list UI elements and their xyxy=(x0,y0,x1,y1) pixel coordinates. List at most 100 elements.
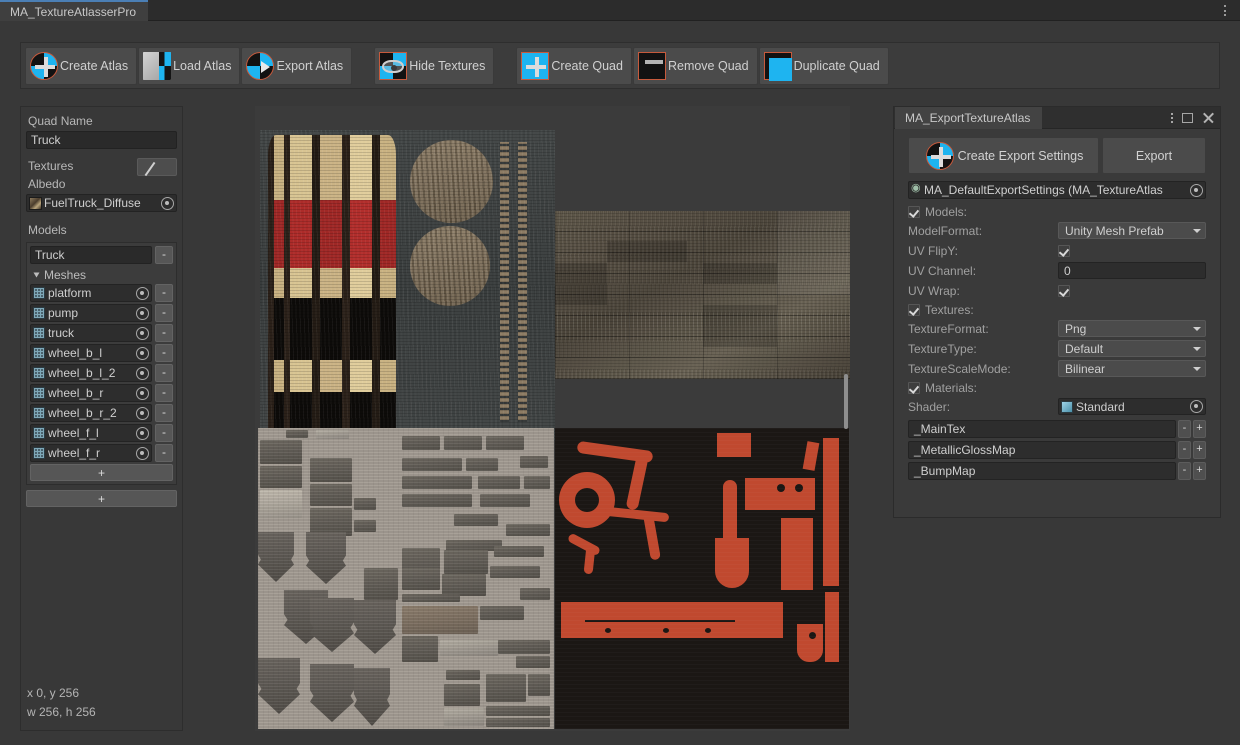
slash-icon[interactable] xyxy=(137,158,177,176)
remove-mesh-button[interactable]: - xyxy=(155,384,173,402)
eye-icon xyxy=(379,52,407,80)
list-item: truck - xyxy=(30,324,173,342)
add-property-button[interactable]: + xyxy=(1193,420,1206,438)
object-picker-icon[interactable] xyxy=(136,327,149,340)
kebab-menu-icon[interactable] xyxy=(1218,3,1232,18)
mesh-field[interactable]: wheel_b_l_2 xyxy=(30,364,152,382)
mesh-icon xyxy=(33,447,45,459)
model-format-dropdown[interactable]: Unity Mesh Prefab xyxy=(1058,222,1206,239)
object-picker-icon[interactable] xyxy=(136,407,149,420)
object-picker-icon[interactable] xyxy=(1190,184,1203,197)
remove-quad-button[interactable]: Remove Quad xyxy=(633,47,758,85)
mesh-field[interactable]: wheel_b_r xyxy=(30,384,152,402)
list-item: wheel_b_l_2 - xyxy=(30,364,173,382)
models-checkbox[interactable] xyxy=(908,206,920,218)
remove-mesh-button[interactable]: - xyxy=(155,284,173,302)
object-picker-icon[interactable] xyxy=(136,367,149,380)
quad-texture-detail xyxy=(555,263,607,305)
remove-property-button[interactable]: - xyxy=(1178,462,1191,480)
texture-type-dropdown[interactable]: Default xyxy=(1058,340,1206,357)
textures-checkbox[interactable] xyxy=(908,304,920,316)
quad-texture-detail xyxy=(410,226,490,306)
object-picker-icon[interactable] xyxy=(161,197,174,210)
meshes-header[interactable]: Meshes xyxy=(30,266,173,284)
remove-mesh-button[interactable]: - xyxy=(155,344,173,362)
mesh-icon xyxy=(33,387,45,399)
uv-wrap-checkbox[interactable] xyxy=(1058,285,1070,297)
shader-property-input[interactable]: _MainTex xyxy=(908,420,1176,438)
shader-property-input[interactable]: _BumpMap xyxy=(908,462,1176,480)
mesh-field[interactable]: wheel_b_r_2 xyxy=(30,404,152,422)
export-atlas-button[interactable]: Export Atlas xyxy=(241,47,352,85)
remove-mesh-button[interactable]: - xyxy=(155,324,173,342)
duplicate-quad-button[interactable]: Duplicate Quad xyxy=(759,47,889,85)
kebab-menu-icon[interactable] xyxy=(1171,113,1173,123)
object-picker-icon[interactable] xyxy=(136,447,149,460)
export-atlas-label: Export Atlas xyxy=(276,59,343,73)
mesh-icon xyxy=(33,327,45,339)
add-mesh-button[interactable]: + xyxy=(30,464,173,481)
create-atlas-button[interactable]: Create Atlas xyxy=(25,47,137,85)
remove-model-button[interactable]: - xyxy=(155,246,173,264)
export-settings-asset-field[interactable]: MA_DefaultExportSettings (MA_TextureAtla… xyxy=(908,181,1206,199)
add-property-button[interactable]: + xyxy=(1193,441,1206,459)
object-picker-icon[interactable] xyxy=(1190,400,1203,413)
close-icon[interactable] xyxy=(1202,112,1214,124)
mesh-field[interactable]: wheel_f_l xyxy=(30,424,152,442)
mesh-field[interactable]: wheel_f_r xyxy=(30,444,152,462)
load-atlas-button[interactable]: Load Atlas xyxy=(138,47,240,85)
atlas-quad-truck[interactable] xyxy=(260,130,555,441)
atlas-canvas[interactable]: 1.15 (512, 512) xyxy=(255,106,850,731)
export-label: Export xyxy=(1136,149,1172,163)
remove-mesh-button[interactable]: - xyxy=(155,404,173,422)
add-property-button[interactable]: + xyxy=(1193,462,1206,480)
model-name-input[interactable]: Truck xyxy=(30,246,152,264)
shader-field[interactable]: Standard xyxy=(1058,398,1206,415)
mesh-field[interactable]: wheel_b_l xyxy=(30,344,152,362)
tab-export-texture-atlas[interactable]: MA_ExportTextureAtlas xyxy=(895,107,1042,129)
quad-name-input[interactable]: Truck xyxy=(26,131,177,149)
remove-property-button[interactable]: - xyxy=(1178,441,1191,459)
object-picker-icon[interactable] xyxy=(136,307,149,320)
texture-format-label: TextureFormat: xyxy=(908,322,1058,336)
quad-texture-detail xyxy=(268,200,396,268)
quad-texture-detail xyxy=(703,305,777,347)
albedo-texture-field[interactable]: FuelTruck_Diffuse xyxy=(26,194,177,212)
shader-property-input[interactable]: _MetallicGlossMap xyxy=(908,441,1176,459)
models-label: Models xyxy=(26,221,177,240)
texture-format-dropdown[interactable]: Png xyxy=(1058,320,1206,337)
hide-textures-button[interactable]: Hide Textures xyxy=(374,47,494,85)
texture-scale-mode-dropdown[interactable]: Bilinear xyxy=(1058,360,1206,377)
remove-property-button[interactable]: - xyxy=(1178,420,1191,438)
object-picker-icon[interactable] xyxy=(136,287,149,300)
object-picker-icon[interactable] xyxy=(136,387,149,400)
object-picker-icon[interactable] xyxy=(136,347,149,360)
remove-mesh-button[interactable]: - xyxy=(155,444,173,462)
mesh-field[interactable]: truck xyxy=(30,324,152,342)
materials-checkbox[interactable] xyxy=(908,382,920,394)
mesh-field[interactable]: platform xyxy=(30,284,152,302)
chevron-down-icon xyxy=(1193,327,1201,331)
list-item: wheel_b_r - xyxy=(30,384,173,402)
remove-mesh-button[interactable]: - xyxy=(155,304,173,322)
tab-texture-atlasser-pro[interactable]: MA_TextureAtlasserPro xyxy=(0,0,148,21)
atlas-quad-red[interactable] xyxy=(555,428,849,729)
create-export-settings-button[interactable]: Create Export Settings xyxy=(908,137,1099,174)
canvas-scrollbar[interactable] xyxy=(844,374,848,429)
remove-mesh-button[interactable]: - xyxy=(155,424,173,442)
uv-flipy-checkbox[interactable] xyxy=(1058,245,1070,257)
mesh-field[interactable]: pump xyxy=(30,304,152,322)
materials-section-header: Materials: xyxy=(908,379,1206,397)
atlas-quad-grey[interactable] xyxy=(258,428,554,729)
shader-property-name: _BumpMap xyxy=(914,464,975,478)
create-quad-button[interactable]: Create Quad xyxy=(516,47,632,85)
model-row: Truck - xyxy=(30,246,173,264)
remove-mesh-button[interactable]: - xyxy=(155,364,173,382)
uv-channel-input[interactable]: 0 xyxy=(1058,262,1206,279)
maximize-icon[interactable] xyxy=(1182,113,1193,123)
atlas-quad-wood[interactable] xyxy=(555,211,850,379)
export-button[interactable]: Export xyxy=(1102,137,1206,174)
add-model-button[interactable]: + xyxy=(26,490,177,507)
object-picker-icon[interactable] xyxy=(136,427,149,440)
materials-section-label: Materials: xyxy=(925,381,977,395)
